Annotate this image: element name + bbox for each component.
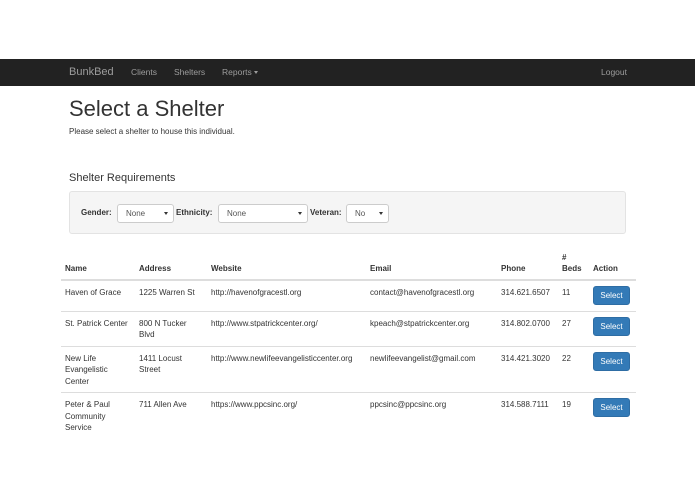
requirements-title: Shelter Requirements [69, 172, 176, 184]
select-button[interactable]: Select [593, 398, 630, 417]
header-name: Name [61, 249, 135, 281]
table-row: Haven of Grace 1225 Warren St http://hav… [61, 280, 636, 311]
cell-email: ppcsinc@ppcsinc.org [366, 392, 497, 439]
cell-email: newlifeevangelist@gmail.com [366, 345, 497, 393]
nav-clients[interactable]: Clients [131, 59, 157, 86]
navbar: BunkBed Clients Shelters Reports Logout [0, 59, 695, 86]
cell-beds: 22 [558, 345, 589, 393]
cell-email: kpeach@stpatrickcenter.org [366, 310, 497, 346]
nav-shelters[interactable]: Shelters [174, 59, 205, 86]
select-arrow-icon [298, 212, 302, 215]
cell-website: http://www.newlifeevangelisticcenter.org [207, 345, 366, 393]
header-phone: Phone [497, 249, 558, 281]
brand-link[interactable]: BunkBed [69, 59, 114, 86]
cell-beds: 11 [562, 288, 571, 297]
table-row: St. Patrick Center 800 N Tucker Blvd htt… [61, 310, 636, 346]
gender-label: Gender: [81, 208, 112, 217]
select-arrow-icon [379, 212, 383, 215]
cell-address: 1225 Warren St [139, 288, 195, 297]
veteran-label: Veteran: [310, 208, 342, 217]
cell-email: contact@havenofgracestl.org [370, 288, 475, 297]
select-button[interactable]: Select [593, 351, 630, 371]
header-email: Email [366, 249, 497, 281]
cell-website: https://www.ppcsinc.org/ [207, 392, 366, 439]
cell-phone: 314.588.7111 [497, 392, 558, 439]
select-arrow-icon [164, 212, 168, 215]
logout-link[interactable]: Logout [601, 59, 627, 86]
select-button[interactable]: Select [593, 286, 630, 305]
table-header-row: Name Address Website Email Phone # Beds A… [61, 249, 636, 281]
nav-reports-dropdown[interactable]: Reports [222, 59, 258, 86]
page-title: Select a Shelter [69, 96, 225, 121]
cell-beds: 19 [558, 392, 589, 439]
cell-name: Peter & Paul Community Service [61, 392, 135, 439]
header-action: Action [589, 249, 636, 281]
header-beds-label: Beds [562, 264, 582, 273]
header-address: Address [135, 249, 207, 281]
cell-address: 711 Allen Ave [135, 392, 207, 439]
table-row: New Life Evangelistic Center 1411 Locust… [61, 345, 636, 393]
cell-address: 1411 Locust Street [135, 345, 207, 393]
cell-action: Select [589, 280, 636, 311]
gender-select[interactable]: None [117, 204, 174, 223]
nav-reports-label: Reports [222, 67, 252, 77]
cell-beds: 27 [558, 310, 589, 346]
gender-select-value: None [126, 209, 146, 218]
cell-name: Haven of Grace [65, 288, 122, 297]
page-subtitle: Please select a shelter to house this in… [69, 127, 235, 136]
header-beds: # Beds [558, 249, 589, 281]
cell-action: Select [589, 345, 636, 393]
cell-address: 800 N Tucker Blvd [135, 310, 207, 346]
select-button[interactable]: Select [593, 316, 630, 336]
cell-name: St. Patrick Center [61, 310, 135, 346]
ethnicity-select[interactable]: None [218, 204, 308, 223]
cell-name: New Life Evangelistic Center [61, 345, 135, 393]
caret-down-icon [253, 71, 258, 75]
cell-phone: 314.621.6507 [501, 288, 550, 297]
cell-action: Select [589, 310, 636, 346]
requirements-panel: Gender: None Ethnicity: None Veteran: No [69, 191, 626, 234]
ethnicity-label: Ethnicity: [176, 208, 213, 217]
header-website: Website [207, 249, 366, 281]
veteran-select[interactable]: No [346, 204, 389, 223]
cell-website: http://havenofgracestl.org [211, 288, 302, 297]
veteran-select-value: No [355, 209, 366, 218]
cell-phone: 314.421.3020 [497, 345, 558, 393]
table-row: Peter & Paul Community Service 711 Allen… [61, 392, 636, 439]
header-beds-hash: # [562, 253, 567, 262]
cell-action: Select [589, 392, 636, 439]
shelters-table: Name Address Website Email Phone # Beds A… [61, 249, 636, 439]
cell-phone: 314.802.0700 [497, 310, 558, 346]
cell-website: http://www.stpatrickcenter.org/ [207, 310, 366, 346]
ethnicity-select-value: None [227, 209, 247, 218]
